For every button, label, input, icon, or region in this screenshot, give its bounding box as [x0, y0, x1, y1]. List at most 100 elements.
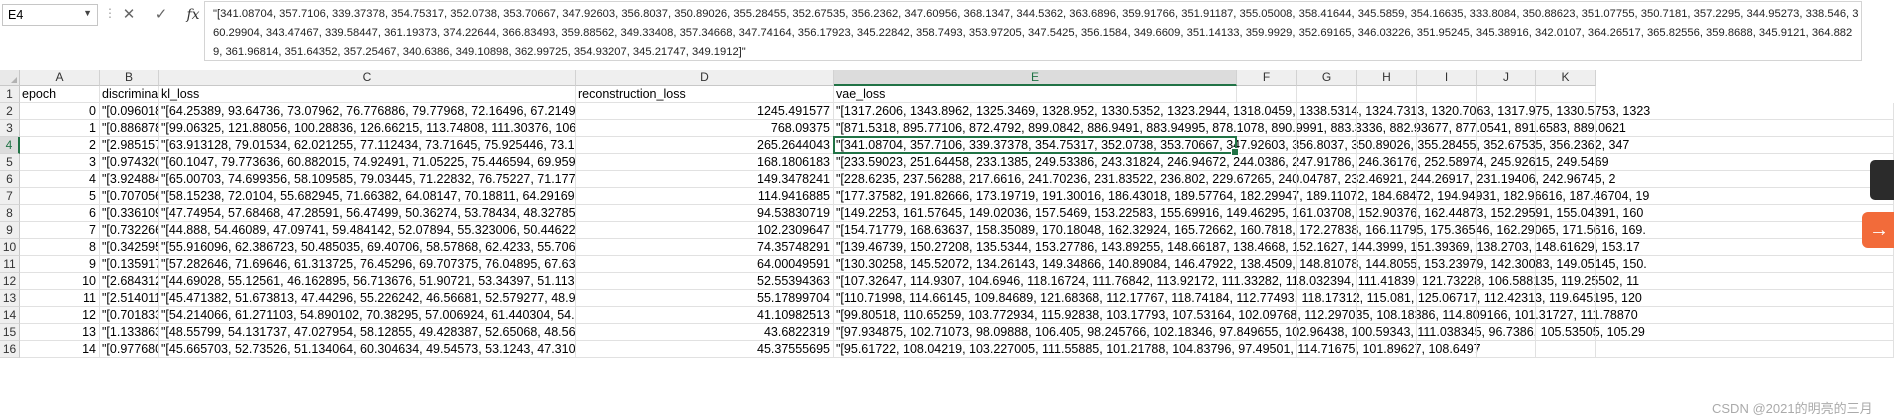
- table-cell[interactable]: [1536, 120, 1596, 137]
- table-cell[interactable]: [1357, 256, 1417, 273]
- table-cell[interactable]: "[0.974320: [100, 154, 159, 171]
- row-header[interactable]: 3: [0, 120, 20, 137]
- table-cell[interactable]: "[0.977680: [100, 341, 159, 358]
- table-cell[interactable]: 10: [20, 273, 100, 290]
- table-cell[interactable]: "[65.00703, 74.699356, 58.109585, 79.034…: [159, 171, 576, 188]
- table-cell[interactable]: [1417, 324, 1477, 341]
- table-cell[interactable]: [1417, 256, 1477, 273]
- table-cell[interactable]: "[1.133863: [100, 324, 159, 341]
- table-cell[interactable]: [1357, 341, 1417, 358]
- table-cell[interactable]: 64.00049591: [576, 256, 834, 273]
- row-header[interactable]: 10: [0, 239, 20, 256]
- table-cell[interactable]: "[48.55799, 54.131737, 47.027954, 58.128…: [159, 324, 576, 341]
- column-header-i[interactable]: I: [1417, 70, 1477, 86]
- table-cell[interactable]: 8: [20, 239, 100, 256]
- cell-header-c[interactable]: kl_loss: [159, 86, 576, 103]
- column-header-h[interactable]: H: [1357, 70, 1417, 86]
- table-cell[interactable]: [1536, 154, 1596, 171]
- table-cell[interactable]: 149.3478241: [576, 171, 834, 188]
- table-cell[interactable]: [1357, 120, 1417, 137]
- table-cell[interactable]: [1417, 341, 1477, 358]
- row-header[interactable]: 1: [0, 86, 20, 103]
- table-cell[interactable]: [1297, 120, 1357, 137]
- table-cell[interactable]: 5: [20, 188, 100, 205]
- table-cell[interactable]: [1297, 290, 1357, 307]
- table-cell[interactable]: [1417, 222, 1477, 239]
- row-header[interactable]: 14: [0, 307, 20, 324]
- table-cell[interactable]: [1237, 273, 1297, 290]
- cell-header-e[interactable]: vae_loss: [834, 86, 1237, 103]
- table-cell[interactable]: [1237, 256, 1297, 273]
- table-cell[interactable]: "[47.74954, 57.68468, 47.28591, 56.47499…: [159, 205, 576, 222]
- table-cell[interactable]: [1536, 256, 1596, 273]
- row-header[interactable]: 9: [0, 222, 20, 239]
- formula-input[interactable]: "[341.08704, 357.7106, 339.37378, 354.75…: [204, 1, 1862, 61]
- table-cell[interactable]: 94.53830719: [576, 205, 834, 222]
- table-cell[interactable]: [1237, 154, 1297, 171]
- table-cell[interactable]: 114.9416885: [576, 188, 834, 205]
- cell-header-b[interactable]: discriminator_loss: [100, 86, 159, 103]
- table-cell[interactable]: [1536, 222, 1596, 239]
- cell-header-d[interactable]: reconstruction_loss: [576, 86, 834, 103]
- table-cell[interactable]: [1357, 273, 1417, 290]
- table-cell[interactable]: "[58.15238, 72.0104, 55.682945, 71.66382…: [159, 188, 576, 205]
- column-header-e[interactable]: E: [834, 70, 1237, 86]
- table-cell[interactable]: [1357, 205, 1417, 222]
- row-header[interactable]: 16: [0, 341, 20, 358]
- table-cell[interactable]: [1237, 188, 1297, 205]
- row-header[interactable]: 2: [0, 103, 20, 120]
- cell-header-i[interactable]: [1417, 86, 1477, 103]
- table-cell[interactable]: "[3.924884: [100, 171, 159, 188]
- table-cell[interactable]: [1417, 188, 1477, 205]
- table-cell[interactable]: [1477, 290, 1536, 307]
- table-cell[interactable]: [1357, 154, 1417, 171]
- table-cell[interactable]: [1237, 239, 1297, 256]
- table-cell[interactable]: "[99.06325, 121.88056, 100.28836, 126.66…: [159, 120, 576, 137]
- table-cell[interactable]: [1536, 137, 1596, 154]
- table-cell[interactable]: [1477, 154, 1536, 171]
- table-cell[interactable]: [1477, 239, 1536, 256]
- table-cell[interactable]: [1477, 341, 1536, 358]
- table-cell[interactable]: [1297, 341, 1357, 358]
- column-header-j[interactable]: J: [1477, 70, 1536, 86]
- table-cell[interactable]: 1245.491577: [576, 103, 834, 120]
- table-cell[interactable]: 0: [20, 103, 100, 120]
- table-cell[interactable]: [1297, 103, 1357, 120]
- cell-header-f[interactable]: [1237, 86, 1297, 103]
- row-header[interactable]: 8: [0, 205, 20, 222]
- table-cell[interactable]: [1417, 137, 1477, 154]
- table-cell[interactable]: [1477, 273, 1536, 290]
- table-cell[interactable]: "[44.888, 54.46089, 47.09741, 59.484142,…: [159, 222, 576, 239]
- table-cell[interactable]: 13: [20, 324, 100, 341]
- table-cell[interactable]: [1237, 171, 1297, 188]
- table-cell[interactable]: 4: [20, 171, 100, 188]
- table-cell[interactable]: "[45.471382, 51.673813, 47.44296, 55.226…: [159, 290, 576, 307]
- table-cell[interactable]: [1477, 103, 1536, 120]
- table-cell[interactable]: [1536, 307, 1596, 324]
- table-cell[interactable]: [1357, 171, 1417, 188]
- table-cell[interactable]: [1536, 290, 1596, 307]
- table-cell[interactable]: 55.17899704: [576, 290, 834, 307]
- row-header[interactable]: 4: [0, 137, 20, 154]
- row-header[interactable]: 12: [0, 273, 20, 290]
- row-header[interactable]: 13: [0, 290, 20, 307]
- table-cell[interactable]: [1477, 137, 1536, 154]
- table-cell[interactable]: [1417, 154, 1477, 171]
- table-cell[interactable]: "[0.701833: [100, 307, 159, 324]
- table-cell[interactable]: [1477, 307, 1536, 324]
- side-panel-tab[interactable]: [1870, 160, 1894, 200]
- table-cell[interactable]: [1477, 188, 1536, 205]
- table-cell[interactable]: "[0.342595: [100, 239, 159, 256]
- table-cell[interactable]: [1297, 307, 1357, 324]
- table-cell[interactable]: [1297, 222, 1357, 239]
- cell-header-h[interactable]: [1357, 86, 1417, 103]
- table-cell[interactable]: [1237, 290, 1297, 307]
- table-cell[interactable]: 102.2309647: [576, 222, 834, 239]
- table-cell[interactable]: [1357, 324, 1417, 341]
- table-cell[interactable]: [1417, 273, 1477, 290]
- column-header-f[interactable]: F: [1237, 70, 1297, 86]
- table-cell[interactable]: [1417, 120, 1477, 137]
- table-cell[interactable]: "[57.282646, 71.69646, 61.313725, 76.452…: [159, 256, 576, 273]
- table-cell[interactable]: 12: [20, 307, 100, 324]
- row-header[interactable]: 7: [0, 188, 20, 205]
